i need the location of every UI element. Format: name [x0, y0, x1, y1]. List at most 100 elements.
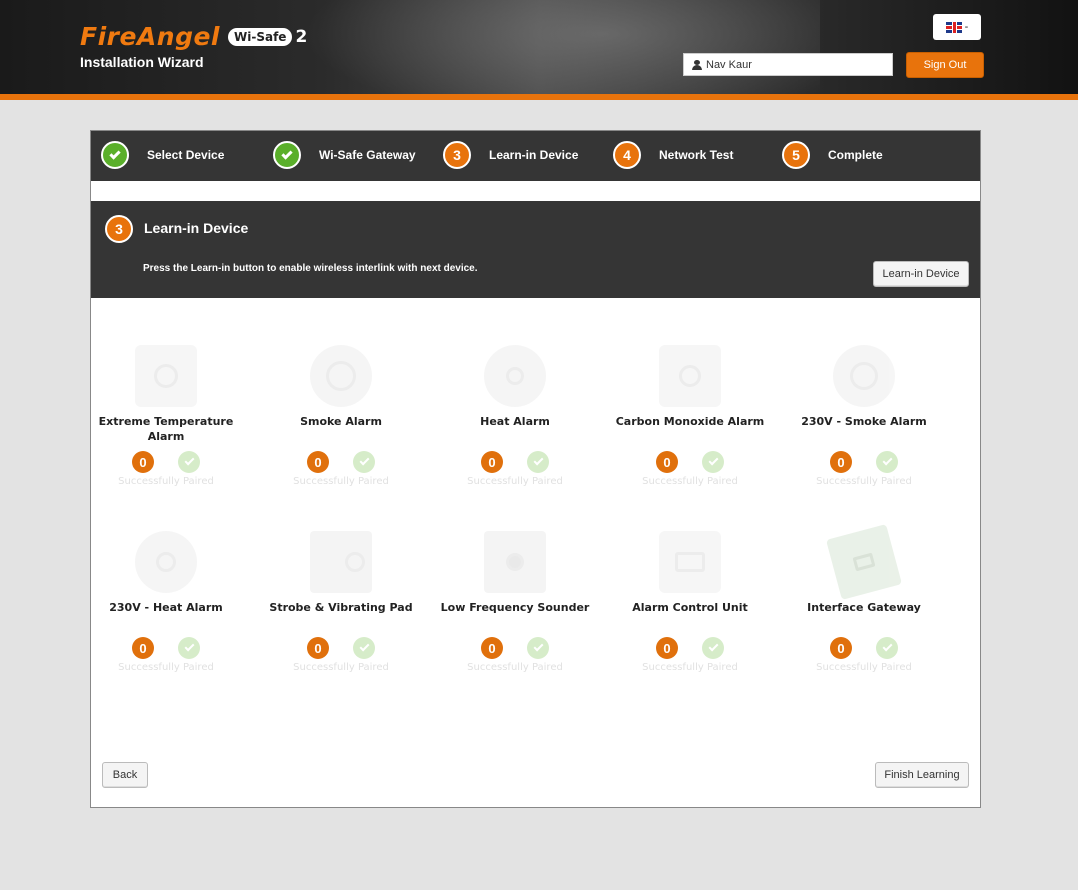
- step-progress-bar: Select Device Wi-Safe Gateway 3 Learn-in…: [91, 131, 980, 181]
- device-name: Interface Gateway: [807, 601, 921, 614]
- paired-status-text: Successfully Paired: [118, 476, 214, 487]
- paired-status-text: Successfully Paired: [816, 662, 912, 673]
- smoke-alarm-image: [310, 345, 372, 407]
- user-icon: [692, 59, 702, 70]
- language-selector[interactable]: -: [933, 14, 981, 40]
- device-card[interactable]: 230V - Smoke Alarm 0 Successfully Paired: [789, 345, 939, 487]
- step-label: Network Test: [659, 148, 734, 162]
- carbon-monoxide-alarm-image: [659, 345, 721, 407]
- device-name: Heat Alarm: [480, 415, 550, 428]
- finish-learning-button[interactable]: Finish Learning: [875, 762, 969, 788]
- device-name: Strobe & Vibrating Pad: [269, 601, 413, 614]
- device-status: 0: [615, 451, 765, 473]
- heat-alarm-image: [484, 345, 546, 407]
- paired-status-text: Successfully Paired: [642, 476, 738, 487]
- device-card[interactable]: 230V - Heat Alarm 0 Successfully Paired: [91, 531, 241, 673]
- step-complete: 5 Complete: [782, 141, 883, 169]
- paired-status-text: Successfully Paired: [816, 476, 912, 487]
- device-name: 230V - Smoke Alarm: [801, 415, 927, 428]
- device-count-badge: 0: [307, 451, 329, 473]
- extreme-temperature-alarm-image: [135, 345, 197, 407]
- device-name: Extreme Temperature Alarm: [98, 415, 234, 443]
- paired-status-text: Successfully Paired: [467, 476, 563, 487]
- step-number: 4: [613, 141, 641, 169]
- device-name: Smoke Alarm: [300, 415, 382, 428]
- device-count-badge: 0: [656, 637, 678, 659]
- device-status: 0: [91, 637, 241, 659]
- device-card[interactable]: Heat Alarm 0 Successfully Paired: [440, 345, 590, 487]
- step-network-test: 4 Network Test: [613, 141, 733, 169]
- back-button[interactable]: Back: [102, 762, 148, 788]
- step-learn-in-device: 3 Learn-in Device: [443, 141, 578, 169]
- paired-status-text: Successfully Paired: [118, 662, 214, 673]
- paired-check-icon: [702, 451, 724, 473]
- device-card[interactable]: Alarm Control Unit 0 Successfully Paired: [615, 531, 765, 673]
- brand-name: FireAngel: [80, 22, 220, 51]
- device-card[interactable]: Extreme Temperature Alarm 0 Successfully…: [91, 345, 241, 487]
- device-status: 0: [789, 637, 939, 659]
- section-title: Learn-in Device: [144, 220, 249, 236]
- learn-in-section: 3 Learn-in Device Press the Learn-in but…: [91, 201, 980, 298]
- paired-status-text: Successfully Paired: [642, 662, 738, 673]
- device-count-badge: 0: [830, 451, 852, 473]
- paired-check-icon: [527, 637, 549, 659]
- user-name-field: Nav Kaur: [683, 53, 893, 76]
- section-description: Press the Learn-in button to enable wire…: [143, 263, 478, 274]
- step-wi-safe-gateway: Wi-Safe Gateway: [273, 141, 416, 169]
- step-label: Wi-Safe Gateway: [319, 148, 416, 162]
- 230v-smoke-alarm-image: [833, 345, 895, 407]
- step-select-device: Select Device: [101, 141, 224, 169]
- device-status: 0: [615, 637, 765, 659]
- paired-check-icon: [353, 451, 375, 473]
- learn-in-device-button[interactable]: Learn-in Device: [873, 261, 969, 287]
- step-label: Complete: [828, 148, 883, 162]
- device-status: 0: [440, 451, 590, 473]
- sign-out-button[interactable]: Sign Out: [906, 52, 984, 78]
- device-status: 0: [440, 637, 590, 659]
- uk-flag-icon: [945, 21, 962, 33]
- device-status: 0: [789, 451, 939, 473]
- user-name: Nav Kaur: [706, 58, 752, 71]
- alarm-control-unit-image: [659, 531, 721, 593]
- device-count-badge: 0: [481, 451, 503, 473]
- paired-status-text: Successfully Paired: [293, 662, 389, 673]
- device-card[interactable]: Strobe & Vibrating Pad 0 Successfully Pa…: [266, 531, 416, 673]
- device-card[interactable]: Low Frequency Sounder 0 Successfully Pai…: [440, 531, 590, 673]
- low-frequency-sounder-image: [484, 531, 546, 593]
- section-number: 3: [105, 215, 133, 243]
- device-status: 0: [266, 451, 416, 473]
- device-count-badge: 0: [656, 451, 678, 473]
- brand-sub: Wi-Safe: [228, 27, 293, 46]
- device-count-badge: 0: [132, 637, 154, 659]
- check-icon: [273, 141, 301, 169]
- language-caret: -: [964, 21, 969, 33]
- paired-check-icon: [178, 637, 200, 659]
- paired-check-icon: [702, 637, 724, 659]
- paired-status-text: Successfully Paired: [467, 662, 563, 673]
- header-background-image: [280, 0, 820, 94]
- device-card[interactable]: Interface Gateway 0 Successfully Paired: [789, 524, 939, 673]
- paired-check-icon: [876, 637, 898, 659]
- paired-check-icon: [876, 451, 898, 473]
- 230v-heat-alarm-image: [135, 531, 197, 593]
- device-name: Alarm Control Unit: [632, 601, 748, 614]
- paired-check-icon: [353, 637, 375, 659]
- paired-check-icon: [178, 451, 200, 473]
- device-status: 0: [91, 451, 241, 473]
- check-icon: [101, 141, 129, 169]
- device-card[interactable]: Carbon Monoxide Alarm 0 Successfully Pai…: [615, 345, 765, 487]
- paired-status-text: Successfully Paired: [293, 476, 389, 487]
- app-header: FireAngel Wi-Safe 2 Installation Wizard …: [0, 0, 1078, 100]
- strobe-vibrating-pad-image: [310, 531, 372, 593]
- brand-logo: FireAngel Wi-Safe 2: [80, 22, 307, 51]
- device-name: Carbon Monoxide Alarm: [615, 415, 765, 428]
- device-status: 0: [266, 637, 416, 659]
- device-card[interactable]: Smoke Alarm 0 Successfully Paired: [266, 345, 416, 487]
- device-name: 230V - Heat Alarm: [109, 601, 223, 614]
- brand-number: 2: [295, 26, 308, 47]
- device-count-badge: 0: [132, 451, 154, 473]
- device-count-badge: 0: [830, 637, 852, 659]
- step-label: Learn-in Device: [489, 148, 579, 162]
- step-number: 5: [782, 141, 810, 169]
- device-name: Low Frequency Sounder: [440, 601, 590, 614]
